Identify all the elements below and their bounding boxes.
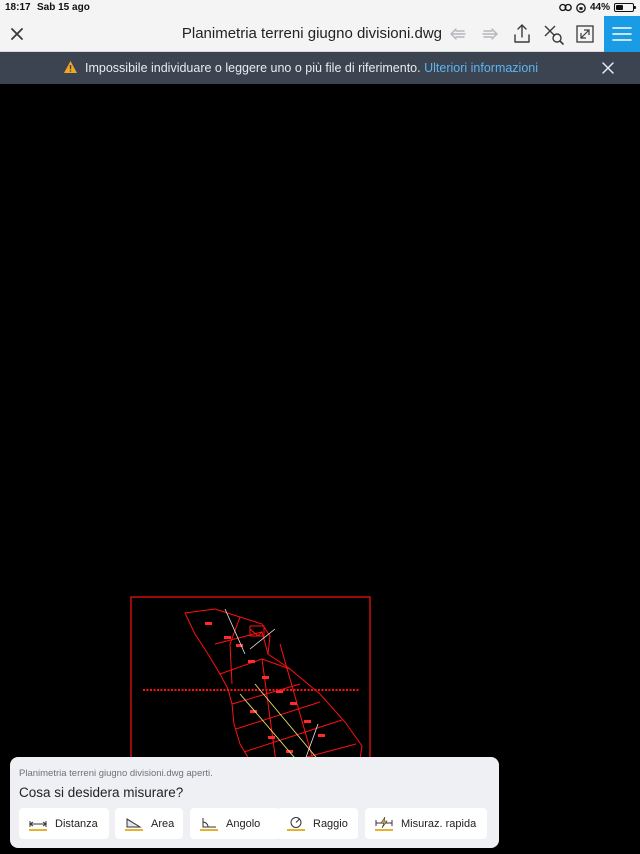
angle-icon: [200, 817, 218, 831]
warning-message: Impossibile individuare o leggere uno o …: [85, 61, 538, 75]
angle-label: Angolo: [226, 817, 261, 830]
measure-panel: Planimetria terreni giugno divisioni.dwg…: [10, 757, 499, 848]
redo-icon[interactable]: [477, 22, 501, 46]
distance-icon: [29, 820, 47, 831]
area-button[interactable]: Area: [115, 808, 183, 839]
orientation-lock-icon: [576, 2, 586, 13]
close-warning-icon[interactable]: [600, 60, 616, 76]
cad-drawing: [130, 596, 371, 778]
radius-icon: [287, 816, 305, 831]
distance-button[interactable]: Distanza: [19, 808, 109, 839]
document-title: Planimetria terreni giugno divisioni.dwg: [181, 25, 442, 42]
area-label: Area: [151, 817, 175, 830]
radius-label: Raggio: [313, 817, 348, 830]
battery-percent: 44%: [589, 2, 610, 13]
fullscreen-icon[interactable]: [573, 22, 597, 46]
menu-icon: [612, 27, 632, 41]
quick-measure-button[interactable]: Misuraz. rapida: [365, 808, 487, 839]
menu-button[interactable]: [604, 16, 640, 52]
measure-tool-icon[interactable]: [541, 22, 565, 46]
panel-status-text: Planimetria terreni giugno divisioni.dwg…: [19, 768, 213, 779]
battery-fill: [616, 5, 624, 10]
white-lines: [224, 608, 319, 775]
status-date: Sab 15 ago: [37, 2, 90, 13]
panel-question: Cosa si desidera misurare?: [19, 785, 184, 800]
status-bar: 18:17 Sab 15 ago 44%: [0, 0, 640, 16]
angle-button[interactable]: Angolo: [190, 808, 280, 839]
link-icon: [559, 3, 572, 12]
share-icon[interactable]: [510, 22, 534, 46]
battery-icon: [614, 3, 636, 12]
quick-measure-icon: [375, 816, 393, 831]
status-right: 44%: [559, 2, 636, 13]
document-toolbar: Planimetria terreni giugno divisioni.dwg: [0, 16, 640, 52]
drawing-canvas[interactable]: [0, 84, 640, 854]
warning-icon: [64, 61, 77, 73]
warning-banner: Impossibile individuare o leggere uno o …: [0, 52, 640, 84]
close-icon[interactable]: [6, 23, 28, 45]
distance-label: Distanza: [55, 817, 98, 830]
parcel-outline: [184, 608, 363, 778]
quick-measure-label: Misuraz. rapida: [401, 817, 477, 830]
status-time: 18:17: [5, 2, 31, 13]
area-icon: [125, 817, 143, 831]
radius-button[interactable]: Raggio: [277, 808, 358, 839]
undo-icon[interactable]: [447, 22, 471, 46]
more-info-link[interactable]: Ulteriori informazioni: [424, 61, 538, 75]
warning-text: Impossibile individuare o leggere uno o …: [85, 61, 421, 75]
